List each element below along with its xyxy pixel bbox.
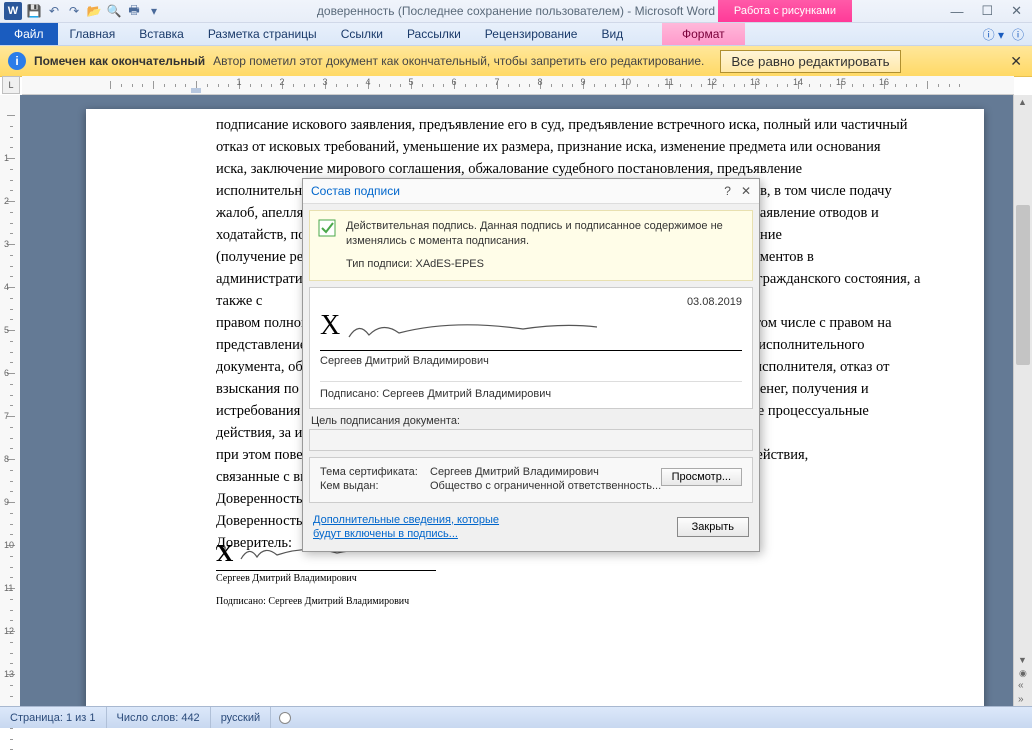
tab-references[interactable]: Ссылки xyxy=(329,23,395,45)
text-line: отказ от исковых требований, уменьшение … xyxy=(216,136,944,158)
window-controls: — ☐ ✕ xyxy=(950,0,1032,22)
title-bar: W 💾 ↶ ↷ 📂 🔍 🖶 ▾ доверенность (Последнее … xyxy=(0,0,1032,23)
file-tab[interactable]: Файл xyxy=(0,23,58,45)
next-page-icon[interactable]: » xyxy=(1018,694,1024,705)
close-window-button[interactable]: ✕ xyxy=(1011,3,1022,19)
scroll-thumb[interactable] xyxy=(1016,205,1030,365)
redo-icon[interactable]: ↷ xyxy=(66,3,82,19)
ribbon-tabs: Файл Главная Вставка Разметка страницы С… xyxy=(0,23,1032,46)
valid-signature-icon xyxy=(316,217,338,239)
text-line: иска, заключение мирового соглашения, об… xyxy=(216,158,944,180)
tab-layout[interactable]: Разметка страницы xyxy=(196,23,329,45)
quick-access-toolbar: 💾 ↶ ↷ 📂 🔍 🖶 ▾ xyxy=(26,3,162,19)
signature-details-dialog: Состав подписи ? ✕ Действительная подпис… xyxy=(302,178,760,552)
picture-tools-context: Работа с рисунками xyxy=(718,0,852,22)
word-app-icon: W xyxy=(4,2,22,20)
status-word-count[interactable]: Число слов: 442 xyxy=(107,707,211,728)
signing-purpose-field xyxy=(309,429,753,451)
cert-subject-label: Тема сертификата: xyxy=(320,466,430,478)
prev-page-icon[interactable]: « xyxy=(1018,680,1024,691)
save-icon[interactable]: 💾 xyxy=(26,3,42,19)
dialog-signed-by: Подписано: Сергеев Дмитрий Владимирович xyxy=(320,381,742,400)
dialog-signature-image xyxy=(343,315,603,348)
dialog-title: Состав подписи xyxy=(311,184,400,198)
minimize-button[interactable]: — xyxy=(950,4,963,19)
signature-preview-panel: 03.08.2019 X Сергеев Дмитрий Владимирови… xyxy=(309,287,753,409)
vertical-scrollbar[interactable]: ▲ ▼ ◉ « » xyxy=(1013,95,1032,707)
info-message: Автор пометил этот документ как окончате… xyxy=(213,54,704,68)
maximize-button[interactable]: ☐ xyxy=(981,3,993,19)
view-certificate-button[interactable]: Просмотр... xyxy=(661,468,742,486)
cert-issuer-label: Кем выдан: xyxy=(320,480,430,492)
browse-object-icon[interactable]: ◉ xyxy=(1019,668,1027,679)
status-language[interactable]: русский xyxy=(211,707,271,728)
additional-info-link[interactable]: Дополнительные сведения, которые будут в… xyxy=(313,513,499,541)
info-title: Помечен как окончательный xyxy=(34,54,205,68)
document-title: доверенность (Последнее сохранение польз… xyxy=(317,4,715,18)
cert-issuer-value: Общество с ограниченной ответственность.… xyxy=(430,480,661,492)
tab-view[interactable]: Вид xyxy=(589,23,635,45)
info-icon: i xyxy=(8,52,26,70)
dialog-signer-name: Сергеев Дмитрий Владимирович xyxy=(320,355,742,367)
horizontal-ruler[interactable]: 12345678910111213141516 xyxy=(22,76,1014,95)
close-dialog-button[interactable]: Закрыть xyxy=(677,517,749,537)
status-page[interactable]: Страница: 1 из 1 xyxy=(0,707,107,728)
signature-name: Сергеев Дмитрий Владимирович xyxy=(216,573,436,584)
signing-purpose-label: Цель подписания документа: xyxy=(311,415,753,427)
dialog-close-icon[interactable]: ✕ xyxy=(741,184,751,198)
tab-mailings[interactable]: Рассылки xyxy=(395,23,473,45)
signature-date: 03.08.2019 xyxy=(687,296,742,308)
signature-valid-text: Действительная подпись. Данная подпись и… xyxy=(346,219,744,249)
edit-anyway-button[interactable]: Все равно редактировать xyxy=(720,50,900,73)
help-icon[interactable]: ⓘ xyxy=(1012,26,1024,43)
ruler-corner[interactable]: L xyxy=(2,76,20,94)
tab-format[interactable]: Формат xyxy=(662,23,745,45)
tab-home[interactable]: Главная xyxy=(58,23,128,45)
marked-final-bar: i Помечен как окончательный Автор помети… xyxy=(0,46,1032,77)
dialog-help-icon[interactable]: ? xyxy=(724,184,731,198)
certificate-info-panel: Тема сертификата: Сергеев Дмитрий Владим… xyxy=(309,457,753,503)
cert-subject-value: Сергеев Дмитрий Владимирович xyxy=(430,466,599,478)
tab-insert[interactable]: Вставка xyxy=(127,23,196,45)
open-icon[interactable]: 📂 xyxy=(86,3,102,19)
vertical-ruler[interactable]: 1234567891011121314 xyxy=(0,95,21,707)
status-bar: Страница: 1 из 1 Число слов: 442 русский xyxy=(0,706,1032,728)
signature-type-text: Тип подписи: XAdES-EPES xyxy=(346,257,744,272)
quick-print-icon[interactable]: 🖶 xyxy=(126,3,142,19)
qat-more-icon[interactable]: ▾ xyxy=(146,3,162,19)
ribbon-minimize-icon[interactable]: ⓘ ▾ xyxy=(983,26,1004,43)
dialog-signature-x: X xyxy=(320,310,340,341)
text-line: подписание искового заявления, предъявле… xyxy=(216,114,944,136)
status-macro-record-icon[interactable] xyxy=(279,712,291,724)
undo-icon[interactable]: ↶ xyxy=(46,3,62,19)
signature-signed-by: Подписано: Сергеев Дмитрий Владимирович xyxy=(216,596,436,607)
dialog-titlebar[interactable]: Состав подписи ? ✕ xyxy=(303,179,759,204)
close-info-button[interactable]: ✕ xyxy=(1010,53,1022,70)
signature-status-panel: Действительная подпись. Данная подпись и… xyxy=(309,210,753,281)
tab-review[interactable]: Рецензирование xyxy=(473,23,590,45)
signature-x-mark: X xyxy=(216,541,233,568)
print-preview-icon[interactable]: 🔍 xyxy=(106,3,122,19)
